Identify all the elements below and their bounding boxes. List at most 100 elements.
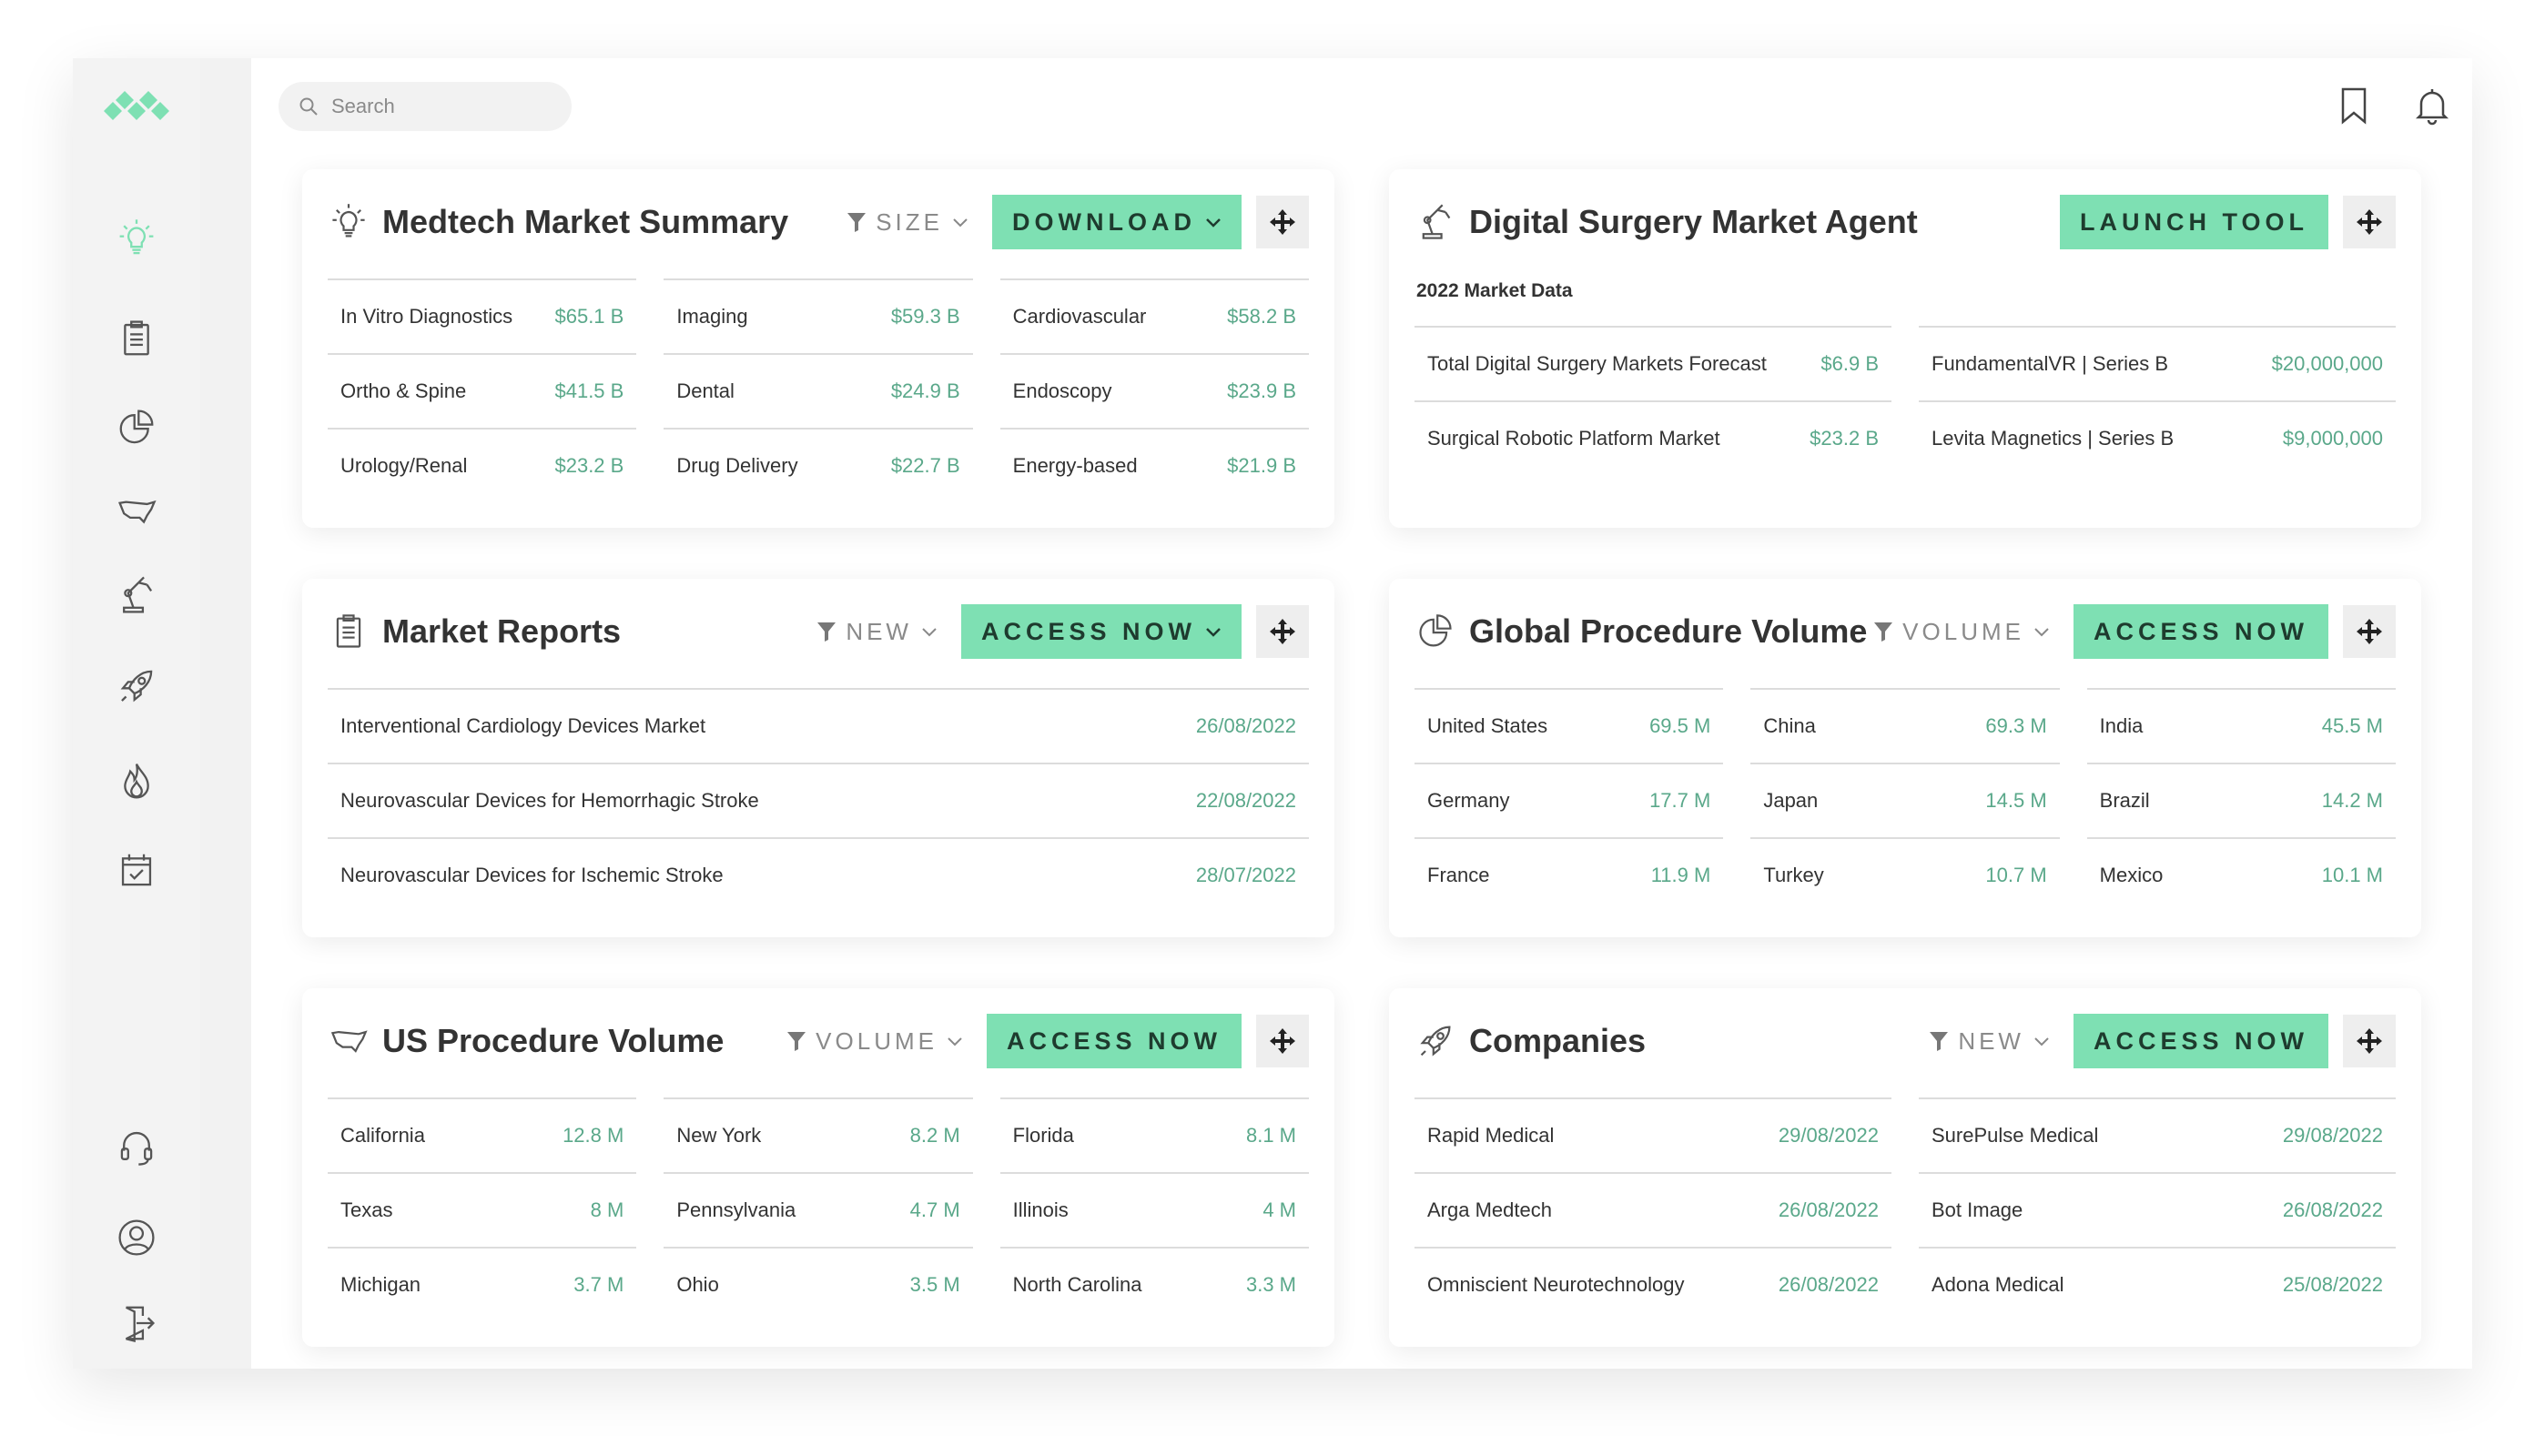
data-cell[interactable]: China 69.3 M <box>1750 688 2060 763</box>
summary-grid: In Vitro Diagnostics $65.1 B Imaging $59.3… <box>328 278 1309 502</box>
volume-filter[interactable]: VOLUME <box>786 1027 963 1056</box>
new-filter[interactable]: NEW <box>1929 1027 2050 1056</box>
cell-value: $23.2 B <box>554 454 624 477</box>
move-handle[interactable] <box>2343 1015 2396 1067</box>
list-item[interactable]: Neurovascular Devices for Ischemic Strok… <box>328 837 1309 912</box>
headset-icon[interactable] <box>113 1123 160 1170</box>
data-cell[interactable]: Urology/Renal $23.2 B <box>328 428 637 502</box>
pie-chart-icon[interactable] <box>113 404 160 451</box>
us-map-icon[interactable] <box>113 488 160 535</box>
data-cell[interactable]: Endoscopy $23.9 B <box>999 353 1309 428</box>
cell-value: 14.2 M <box>2321 789 2383 812</box>
data-cell[interactable]: New York 8.2 M <box>664 1097 973 1172</box>
flame-icon[interactable] <box>113 757 160 804</box>
cell-value: 69.3 M <box>1985 714 2047 737</box>
data-cell[interactable]: Pennsylvania 4.7 M <box>664 1172 973 1247</box>
cell-value: 3.3 M <box>1245 1273 1296 1296</box>
access-now-button[interactable]: ACCESS NOW <box>2073 1014 2328 1068</box>
data-cell[interactable]: Michigan 3.7 M <box>328 1247 637 1321</box>
move-icon <box>1270 209 1295 235</box>
list-item[interactable]: Interventional Cardiology Devices Market… <box>328 688 1309 763</box>
search-bar[interactable] <box>279 82 572 131</box>
data-cell[interactable]: Bot Image 26/08/2022 <box>1919 1172 2396 1247</box>
data-cell[interactable]: FundamentalVR | Series B $20,000,000 <box>1919 326 2396 400</box>
cell-value: 8.2 M <box>909 1124 960 1147</box>
data-cell[interactable]: In Vitro Diagnostics $65.1 B <box>328 278 637 353</box>
data-cell[interactable]: Ortho & Spine $41.5 B <box>328 353 637 428</box>
data-cell[interactable]: Florida 8.1 M <box>999 1097 1309 1172</box>
volume-filter[interactable]: VOLUME <box>1873 618 2050 646</box>
data-cell[interactable]: Arga Medtech 26/08/2022 <box>1414 1172 1891 1247</box>
cell-value: 17.7 M <box>1649 789 1711 812</box>
data-cell[interactable]: Illinois 4 M <box>999 1172 1309 1247</box>
logout-icon[interactable] <box>113 1299 160 1347</box>
cell-label: Endoscopy <box>1012 379 1112 402</box>
move-handle[interactable] <box>2343 605 2396 658</box>
data-cell[interactable]: Omniscient Neurotechnology 26/08/2022 <box>1414 1247 1891 1321</box>
data-cell[interactable]: Turkey 10.7 M <box>1750 837 2060 912</box>
access-now-button[interactable]: ACCESS NOW <box>986 1014 1242 1068</box>
cell-value: 45.5 M <box>2321 714 2383 737</box>
data-cell[interactable]: SurePulse Medical 29/08/2022 <box>1919 1097 2396 1172</box>
cell-value: 4.7 M <box>909 1198 960 1221</box>
list-item[interactable]: Neurovascular Devices for Hemorrhagic St… <box>328 763 1309 837</box>
cell-value: 12.8 M <box>563 1124 624 1147</box>
user-icon[interactable] <box>113 1214 160 1261</box>
clipboard-icon[interactable] <box>113 315 160 362</box>
data-cell[interactable]: Japan 14.5 M <box>1750 763 2060 837</box>
cell-label: Ortho & Spine <box>340 379 467 402</box>
new-filter[interactable]: NEW <box>816 618 938 646</box>
calendar-check-icon[interactable] <box>113 846 160 894</box>
robot-arm-icon[interactable] <box>113 571 160 619</box>
download-button[interactable]: DOWNLOAD <box>992 195 1242 249</box>
size-filter[interactable]: SIZE <box>847 208 968 237</box>
cell-label: Illinois <box>1012 1198 1069 1221</box>
data-cell[interactable]: France 11.9 M <box>1414 837 1724 912</box>
move-handle[interactable] <box>1256 196 1309 248</box>
launch-tool-button[interactable]: LAUNCH TOOL <box>2060 195 2328 249</box>
chevron-down-icon <box>1206 218 1221 228</box>
data-cell[interactable]: Texas 8 M <box>328 1172 637 1247</box>
data-cell[interactable]: Rapid Medical 29/08/2022 <box>1414 1097 1891 1172</box>
cell-label: Urology/Renal <box>340 454 468 477</box>
data-cell[interactable]: Drug Delivery $22.7 B <box>664 428 973 502</box>
filter-icon <box>787 1032 806 1051</box>
logo[interactable] <box>100 89 173 135</box>
bookmark-icon[interactable] <box>2330 82 2378 129</box>
data-cell[interactable]: Ohio 3.5 M <box>664 1247 973 1321</box>
data-cell[interactable]: United States 69.5 M <box>1414 688 1724 763</box>
access-now-button[interactable]: ACCESS NOW <box>960 604 1242 659</box>
access-now-button[interactable]: ACCESS NOW <box>2073 604 2328 659</box>
bell-icon[interactable] <box>2408 82 2456 129</box>
data-cell[interactable]: Brazil 14.2 M <box>2086 763 2396 837</box>
data-cell[interactable]: Surgical Robotic Platform Market $23.2 B <box>1414 400 1891 475</box>
move-handle[interactable] <box>1256 605 1309 658</box>
companies-grid: Rapid Medical 29/08/2022 SurePulse Medica… <box>1414 1097 2396 1321</box>
filter-label: VOLUME <box>1902 617 2024 645</box>
data-cell[interactable]: North Carolina 3.3 M <box>999 1247 1309 1321</box>
data-cell[interactable]: Total Digital Surgery Markets Forecast $6… <box>1414 326 1891 400</box>
data-cell[interactable]: Levita Magnetics | Series B $9,000,000 <box>1919 400 2396 475</box>
move-icon <box>2357 619 2382 644</box>
data-cell[interactable]: Cardiovascular $58.2 B <box>999 278 1309 353</box>
rocket-icon[interactable] <box>113 662 160 710</box>
data-cell[interactable]: Imaging $59.3 B <box>664 278 973 353</box>
data-cell[interactable]: India 45.5 M <box>2086 688 2396 763</box>
data-cell[interactable]: Dental $24.9 B <box>664 353 973 428</box>
search-input[interactable] <box>331 95 541 118</box>
cell-value: $21.9 B <box>1227 454 1296 477</box>
move-icon <box>2357 209 2382 235</box>
data-cell[interactable]: Adona Medical 25/08/2022 <box>1919 1247 2396 1321</box>
data-cell[interactable]: California 12.8 M <box>328 1097 637 1172</box>
move-handle[interactable] <box>1256 1015 1309 1067</box>
cell-label: United States <box>1427 714 1548 737</box>
global-grid: United States 69.5 M China 69.3 M India 45.… <box>1414 688 2396 912</box>
lightbulb-icon[interactable] <box>113 215 160 262</box>
data-cell[interactable]: Energy-based $21.9 B <box>999 428 1309 502</box>
filter-icon <box>1930 1032 1949 1051</box>
cell-label: Japan <box>1763 789 1819 812</box>
data-cell[interactable]: Germany 17.7 M <box>1414 763 1724 837</box>
data-cell[interactable]: Mexico 10.1 M <box>2086 837 2396 912</box>
move-handle[interactable] <box>2343 196 2396 248</box>
reports-list: Interventional Cardiology Devices Market… <box>328 688 1309 912</box>
